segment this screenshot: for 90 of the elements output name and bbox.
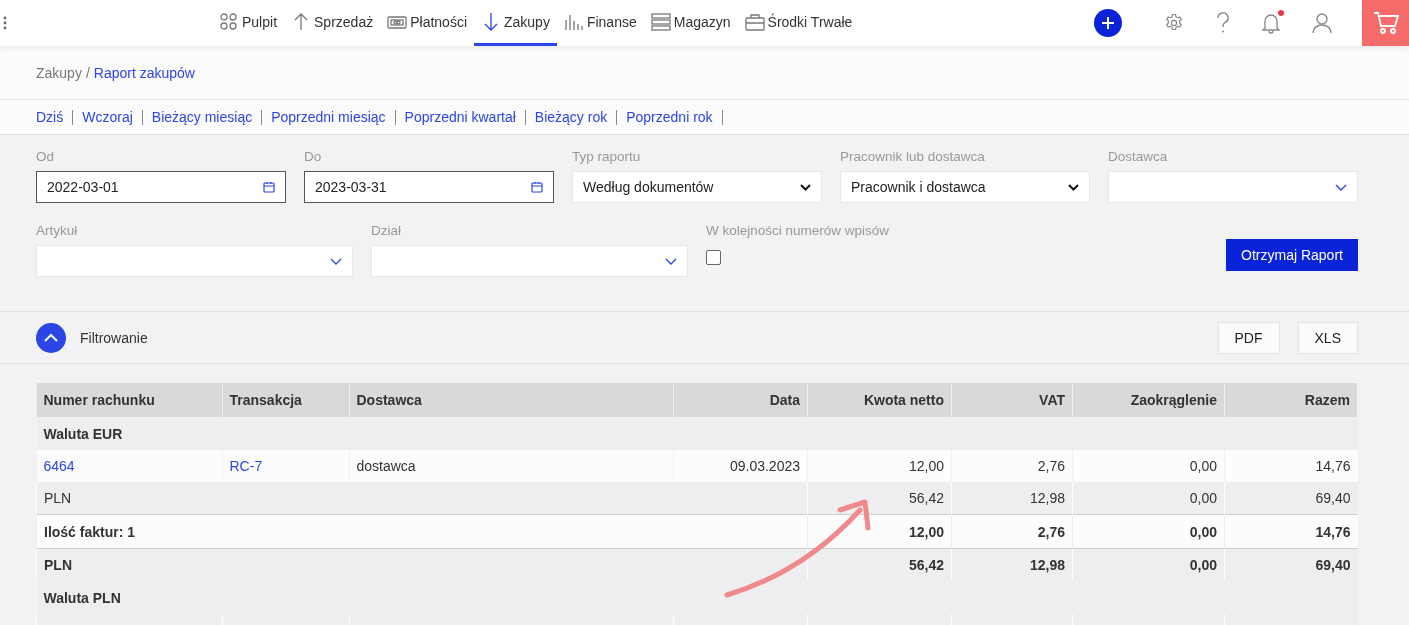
select-field[interactable]: Pracownik i dostawca bbox=[840, 171, 1090, 203]
calendar-icon[interactable] bbox=[263, 181, 275, 193]
help-icon[interactable] bbox=[1216, 12, 1230, 34]
field-label: W kolejności numerów wpisów bbox=[706, 223, 890, 239]
table-cell: 0,00 bbox=[1072, 548, 1225, 581]
settings-icon[interactable] bbox=[1164, 13, 1184, 33]
chevron-up-icon bbox=[44, 333, 58, 342]
table-cell: 12,00 bbox=[807, 514, 952, 549]
nav-tab[interactable]: Pulpit bbox=[212, 0, 285, 46]
briefcase-icon bbox=[744, 11, 765, 32]
add-button[interactable] bbox=[1094, 9, 1122, 37]
filter-section-title: Filtrowanie bbox=[80, 329, 148, 346]
group-header-cell: Waluta PLN bbox=[36, 581, 1358, 614]
date-range-link[interactable]: Poprzedni miesiąc bbox=[262, 109, 396, 125]
table-cell: 14,76 bbox=[1224, 514, 1358, 549]
breadcrumb-current: Raport zakupów bbox=[93, 64, 195, 81]
table-cell: 12,98 bbox=[951, 482, 1073, 515]
date-range-link[interactable]: Poprzedni rok bbox=[617, 109, 723, 125]
column-header: Data bbox=[673, 383, 808, 417]
transaction-link[interactable]: RC-7 bbox=[229, 458, 263, 474]
dropdown-field[interactable] bbox=[371, 245, 688, 277]
export-button[interactable]: PDF bbox=[1217, 321, 1280, 354]
chevron-down-icon bbox=[1335, 183, 1347, 191]
chevron-down-icon bbox=[665, 257, 677, 265]
menu-icon[interactable] bbox=[3, 16, 7, 30]
field-label: Pracownik lub dostawca bbox=[840, 149, 985, 165]
field-label: Typ raportu bbox=[572, 149, 641, 165]
table-cell: PLN bbox=[36, 482, 808, 515]
nav-tab[interactable]: Środki Trwałe bbox=[737, 0, 860, 46]
table-cell: 14,76 bbox=[1224, 450, 1358, 482]
dropdown-field[interactable] bbox=[36, 245, 353, 277]
column-header: Kwota netto bbox=[807, 383, 952, 417]
nav-tab[interactable]: Magazyn bbox=[643, 0, 738, 46]
table-cell: 69,40 bbox=[1224, 548, 1358, 581]
date-field[interactable]: 2023-03-31 bbox=[304, 171, 554, 203]
breadcrumb-link[interactable]: Zakupy bbox=[36, 64, 82, 81]
calendar-icon[interactable] bbox=[531, 181, 543, 193]
date-range-link[interactable]: Poprzedni kwartał bbox=[395, 109, 526, 125]
collapse-toggle-button[interactable] bbox=[36, 322, 66, 353]
dropdown-field[interactable] bbox=[1108, 171, 1358, 203]
table-cell: 56,42 bbox=[807, 482, 952, 515]
table-cell: 0,00 bbox=[1072, 514, 1225, 549]
breadcrumb-separator: / bbox=[85, 64, 90, 81]
chevron-down-icon bbox=[800, 183, 811, 191]
column-header: Razem bbox=[1224, 383, 1358, 417]
stacked-bars-icon bbox=[650, 11, 671, 32]
nav-tab[interactable]: Sprzedaż bbox=[284, 0, 381, 46]
table-cell: 2,76 bbox=[951, 450, 1073, 482]
date-field[interactable]: 2022-03-01 bbox=[36, 171, 286, 203]
column-header: Zaokrąglenie bbox=[1072, 383, 1225, 417]
field-label: Do bbox=[304, 149, 322, 165]
table-cell: 0,00 bbox=[1072, 450, 1225, 482]
select-field[interactable]: Według dokumentów bbox=[572, 171, 822, 203]
four-circles-icon bbox=[219, 11, 239, 32]
chevron-down-icon bbox=[330, 257, 342, 265]
cart-icon bbox=[1372, 11, 1399, 35]
export-button[interactable]: XLS bbox=[1297, 321, 1358, 354]
column-header: Numer rachunku bbox=[36, 383, 222, 417]
group-header-cell: Waluta EUR bbox=[36, 417, 1358, 450]
date-range-link[interactable]: Dziś bbox=[36, 109, 74, 125]
table-cell: 69,40 bbox=[1224, 482, 1358, 515]
nav-tab[interactable]: Finanse bbox=[556, 0, 644, 46]
checkbox[interactable] bbox=[706, 250, 721, 265]
nav-tab[interactable]: Płatności bbox=[380, 0, 474, 46]
date-range-link[interactable]: Wczoraj bbox=[73, 109, 143, 125]
table-cell: 0,00 bbox=[1072, 482, 1225, 515]
chevron-down-icon bbox=[1068, 183, 1079, 191]
table-cell: dostawca bbox=[349, 450, 674, 482]
field-label: Artykuł bbox=[36, 223, 78, 239]
field-label: Dostawca bbox=[1108, 149, 1168, 165]
column-header: Transakcja bbox=[222, 383, 349, 417]
column-header: VAT bbox=[951, 383, 1073, 417]
notification-bell-icon[interactable] bbox=[1262, 12, 1280, 34]
date-range-link[interactable]: Bieżący rok bbox=[525, 109, 618, 125]
table-cell: PLN bbox=[36, 548, 808, 581]
table-cell: 12,00 bbox=[807, 450, 952, 482]
date-range-link[interactable]: Bieżący miesiąc bbox=[142, 109, 263, 125]
column-header: Dostawca bbox=[349, 383, 674, 417]
get-report-button[interactable]: Otrzymaj Raport bbox=[1226, 239, 1358, 271]
table-cell: 09.03.2023 bbox=[673, 450, 808, 482]
invoice-link[interactable]: 6464 bbox=[43, 458, 75, 474]
table-cell: 56,42 bbox=[807, 548, 952, 581]
table-cell: Ilość faktur: 1 bbox=[36, 514, 808, 549]
table-cell: 2,76 bbox=[951, 514, 1073, 549]
user-icon[interactable] bbox=[1312, 12, 1332, 34]
cart-button[interactable] bbox=[1362, 0, 1409, 46]
table-cell: 12,98 bbox=[951, 548, 1073, 581]
field-label: Od bbox=[36, 149, 54, 165]
plus-icon bbox=[1101, 16, 1115, 30]
field-label: Dział bbox=[371, 223, 401, 239]
